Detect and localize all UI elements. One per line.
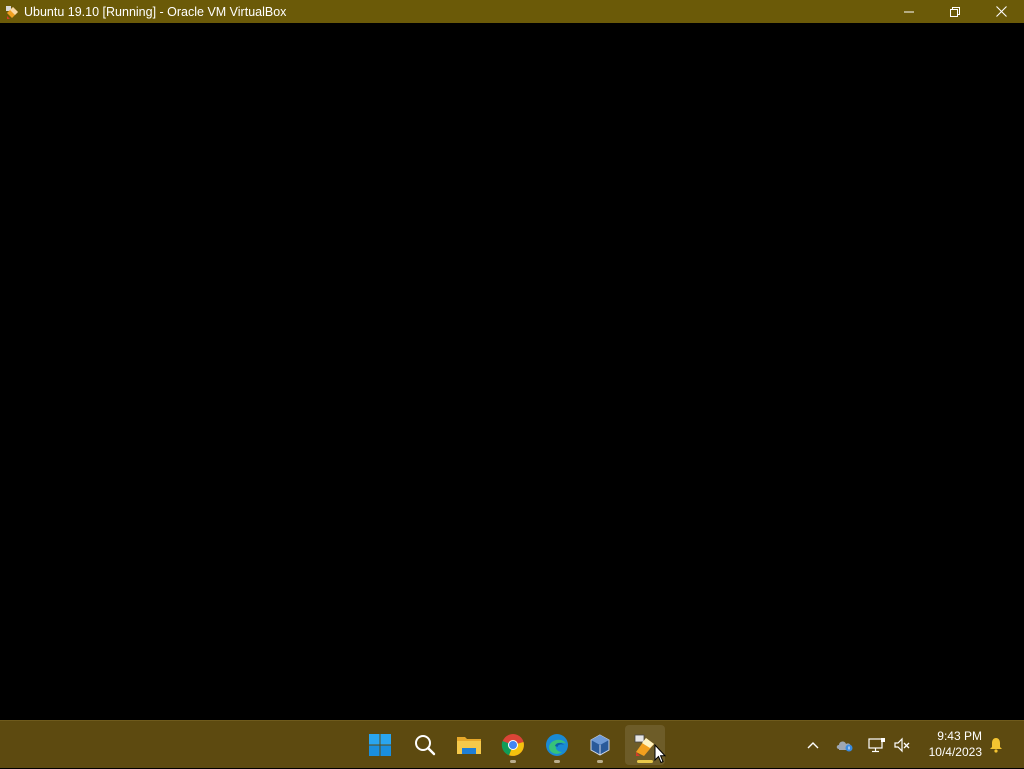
minimize-button[interactable] [886, 0, 932, 23]
window-title: Ubuntu 19.10 [Running] - Oracle VM Virtu… [24, 4, 287, 19]
clock-date: 10/4/2023 [928, 745, 982, 759]
restore-button[interactable] [932, 0, 978, 23]
onedrive-icon [836, 741, 853, 752]
close-button[interactable] [978, 0, 1024, 23]
taskbar-virtualbox[interactable] [580, 725, 620, 765]
taskbar: 9:43 PM 10/4/2023 [0, 720, 1024, 768]
start-button[interactable] [360, 725, 400, 765]
taskbar-search-button[interactable] [405, 725, 445, 765]
tray-onedrive[interactable] [834, 721, 856, 769]
taskbar-clock[interactable]: 9:43 PM 10/4/2023 [922, 728, 982, 760]
running-indicator [510, 760, 516, 763]
tray-volume[interactable] [891, 721, 913, 769]
active-indicator [637, 760, 653, 763]
virtualbox-icon [590, 734, 610, 756]
taskbar-edge[interactable] [537, 725, 577, 765]
chevron-up-icon [807, 742, 819, 749]
notifications-button[interactable] [984, 721, 1008, 769]
taskbar-chrome[interactable] [493, 725, 533, 765]
virtualbox-vm-icon [6, 5, 18, 19]
window-titlebar[interactable]: Ubuntu 19.10 [Running] - Oracle VM Virtu… [0, 0, 1024, 23]
chrome-icon [501, 734, 524, 756]
edge-icon [546, 734, 568, 756]
windows-start-icon [369, 734, 391, 756]
running-indicator [554, 760, 560, 763]
minimize-icon [904, 11, 914, 12]
search-icon [415, 735, 436, 756]
vm-display[interactable] [0, 23, 1024, 720]
volume-muted-icon [894, 737, 910, 753]
restore-icon [950, 6, 960, 17]
close-icon [995, 6, 1007, 17]
tray-network[interactable] [866, 721, 888, 769]
running-indicator [597, 760, 603, 763]
folder-icon [457, 737, 481, 754]
clock-time: 9:43 PM [937, 729, 982, 743]
network-icon [868, 738, 885, 753]
show-hidden-icons-button[interactable] [802, 721, 824, 769]
mouse-cursor-icon [654, 744, 666, 764]
taskbar-file-explorer[interactable] [449, 725, 489, 765]
notification-bell-icon [990, 738, 1002, 753]
window-controls [886, 0, 1024, 23]
